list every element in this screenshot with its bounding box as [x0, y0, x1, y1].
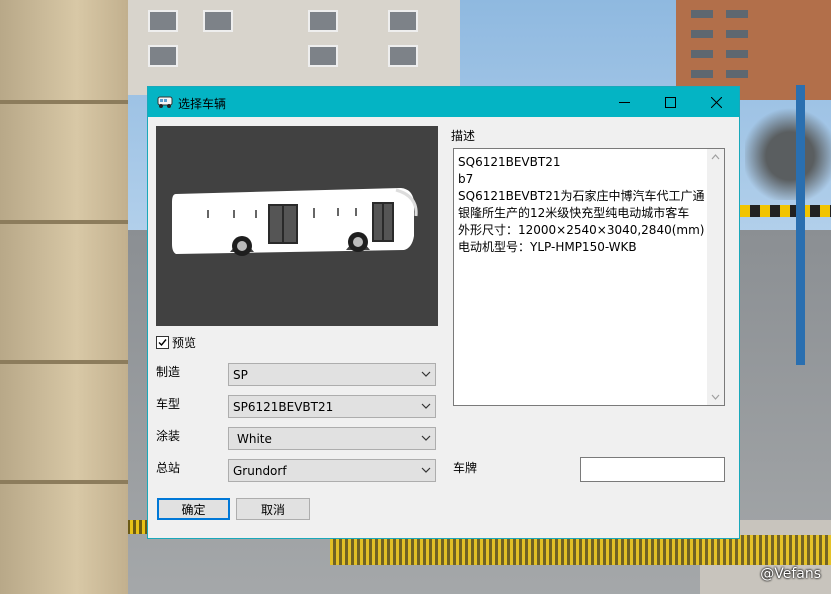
description-line: 外形尺寸：12000×2540×3040,2840(mm)	[458, 223, 705, 237]
preview-checkbox[interactable]	[156, 336, 169, 349]
close-icon	[710, 96, 722, 108]
close-button[interactable]	[693, 87, 739, 117]
plate-input[interactable]	[580, 457, 725, 482]
bus-app-icon	[157, 96, 173, 108]
wooden-wall	[0, 0, 128, 594]
maximize-icon	[664, 96, 676, 108]
description-line: SQ6121BEVBT21为石家庄中博汽车代工广通	[458, 189, 705, 203]
make-label: 制造	[156, 365, 181, 379]
cancel-button[interactable]: 取消	[236, 498, 310, 520]
chevron-down-icon	[421, 435, 431, 441]
title-bar[interactable]: 选择车辆	[148, 87, 739, 117]
yellow-fence	[330, 535, 831, 565]
chevron-down-icon	[421, 371, 431, 377]
model-dropdown-value: SP6121BEVBT21	[233, 400, 334, 414]
apartment-building-left	[108, 0, 460, 95]
checkmark-icon	[158, 339, 167, 347]
trees	[745, 90, 831, 200]
scroll-up-icon[interactable]	[711, 154, 720, 160]
minimize-button[interactable]	[601, 87, 647, 117]
description-line: b7	[458, 172, 474, 186]
blue-pole	[796, 85, 805, 365]
apartment-building-right	[676, 0, 831, 100]
preview-checkbox-label[interactable]: 预览	[172, 334, 196, 351]
vehicle-preview[interactable]	[156, 126, 438, 326]
watermark: @Vefans	[760, 566, 821, 582]
description-textbox[interactable]: SQ6121BEVBT21 b7 SQ6121BEVBT21为石家庄中博汽车代工…	[453, 148, 725, 406]
depot-dropdown-value: Grundorf	[233, 464, 287, 478]
make-dropdown[interactable]: SP	[228, 363, 436, 386]
make-dropdown-value: SP	[233, 368, 248, 382]
chevron-down-icon	[421, 403, 431, 409]
description-line: SQ6121BEVBT21	[458, 155, 561, 169]
model-dropdown[interactable]: SP6121BEVBT21	[228, 395, 436, 418]
livery-dropdown[interactable]: White	[228, 427, 436, 450]
scroll-down-icon[interactable]	[711, 394, 720, 400]
preview-checkbox-row[interactable]: 预览	[156, 334, 196, 351]
road-barrier	[740, 205, 831, 217]
depot-label: 总站	[156, 461, 181, 475]
description-line: 银隆所生产的12米级快充型纯电动城市客车	[458, 206, 690, 220]
chevron-down-icon	[421, 467, 431, 473]
window-title: 选择车辆	[178, 97, 227, 111]
maximize-button[interactable]	[647, 87, 693, 117]
livery-label: 涂装	[156, 429, 181, 443]
minimize-icon	[618, 101, 630, 103]
plate-label: 车牌	[453, 461, 478, 475]
ok-button[interactable]: 确定	[157, 498, 230, 520]
bus-preview-image	[172, 188, 418, 256]
select-vehicle-dialog: 选择车辆 预览 制造 SP 车型 SP6121BEVBT21 涂装 White …	[147, 86, 740, 539]
description-line: 电动机型号：YLP-HMP150-WKB	[458, 240, 637, 254]
livery-dropdown-value: White	[237, 432, 272, 446]
description-text: SQ6121BEVBT21 b7 SQ6121BEVBT21为石家庄中博汽车代工…	[458, 154, 706, 256]
description-label: 描述	[451, 129, 476, 143]
depot-dropdown[interactable]: Grundorf	[228, 459, 436, 482]
description-scrollbar[interactable]	[707, 149, 724, 405]
model-label: 车型	[156, 397, 181, 411]
